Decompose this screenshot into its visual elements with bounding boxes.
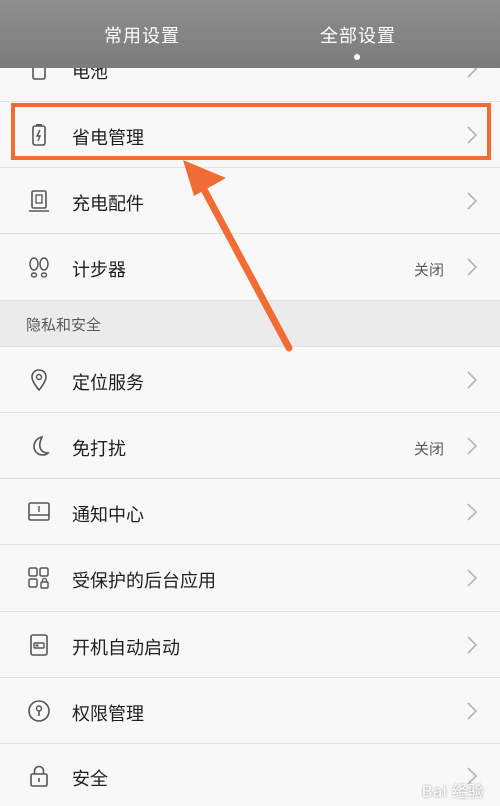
keyhole-icon bbox=[26, 698, 52, 724]
autostart-icon bbox=[26, 632, 52, 658]
status-value: 关闭 bbox=[413, 261, 444, 279]
app-grid-lock-icon bbox=[26, 565, 52, 591]
tab-common-settings[interactable]: 常用设置 bbox=[42, 22, 242, 48]
section-title: 隐私和安全 bbox=[26, 316, 102, 334]
row-do-not-disturb[interactable]: 免打扰 关闭 bbox=[0, 413, 500, 479]
status-value: 关闭 bbox=[413, 440, 444, 458]
chevron-right-icon bbox=[464, 567, 480, 589]
chevron-right-icon bbox=[464, 700, 480, 722]
moon-icon bbox=[26, 433, 52, 459]
chevron-right-icon bbox=[464, 501, 480, 523]
row-label: 权限管理 bbox=[72, 704, 144, 725]
row-permissions[interactable]: 权限管理 bbox=[0, 678, 500, 744]
row-charging-accessories[interactable]: 充电配件 bbox=[0, 168, 500, 234]
row-label: 计步器 bbox=[72, 260, 126, 281]
active-tab-indicator bbox=[354, 54, 360, 60]
row-label: 受保护的后台应用 bbox=[72, 571, 216, 592]
chevron-right-icon bbox=[464, 435, 480, 457]
padlock-icon bbox=[26, 763, 52, 789]
footprints-icon bbox=[26, 254, 52, 280]
row-protected-apps[interactable]: 受保护的后台应用 bbox=[0, 545, 500, 612]
row-label: 充电配件 bbox=[72, 194, 144, 215]
row-label: 开机自动启动 bbox=[72, 638, 180, 659]
row-pedometer[interactable]: 计步器 关闭 bbox=[0, 234, 500, 301]
row-label: 定位服务 bbox=[72, 373, 144, 394]
row-autostart[interactable]: 开机自动启动 bbox=[0, 612, 500, 678]
charger-icon bbox=[26, 188, 52, 214]
chevron-right-icon bbox=[464, 634, 480, 656]
row-notification-center[interactable]: 通知中心 bbox=[0, 479, 500, 545]
notification-tray-icon bbox=[26, 499, 52, 525]
watermark: Bai 经验 bbox=[421, 782, 484, 801]
section-header-privacy: 隐私和安全 bbox=[0, 301, 500, 347]
chevron-right-icon bbox=[464, 369, 480, 391]
row-label: 免打扰 bbox=[72, 439, 126, 460]
tab-all-settings[interactable]: 全部设置 bbox=[258, 22, 458, 48]
row-label: 通知中心 bbox=[72, 505, 144, 526]
row-label: 安全 bbox=[72, 769, 108, 790]
chevron-right-icon bbox=[464, 190, 480, 212]
highlight-box bbox=[11, 103, 491, 160]
location-pin-icon bbox=[26, 367, 52, 393]
row-location[interactable]: 定位服务 bbox=[0, 347, 500, 413]
header-tab-bar: 常用设置 全部设置 bbox=[0, 0, 500, 68]
chevron-right-icon bbox=[464, 256, 480, 278]
